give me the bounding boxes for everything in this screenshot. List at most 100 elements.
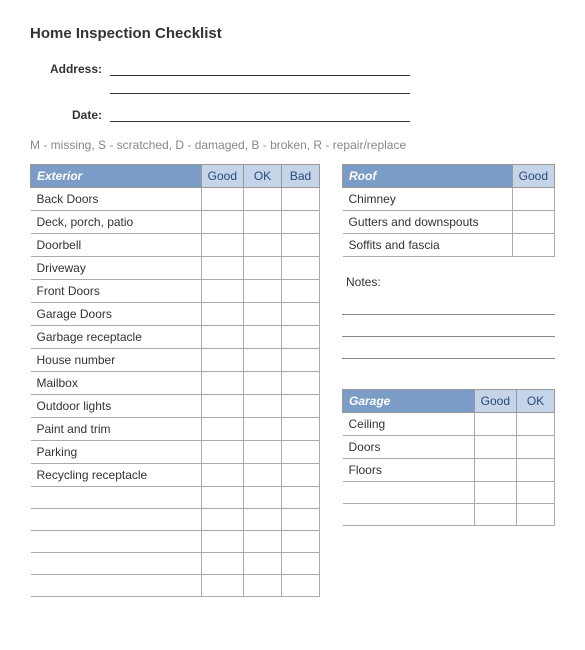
item-label: Ceiling bbox=[343, 413, 475, 436]
check-cell[interactable] bbox=[282, 280, 320, 303]
item-label: Back Doors bbox=[31, 188, 202, 211]
item-label: Doorbell bbox=[31, 234, 202, 257]
check-cell[interactable] bbox=[244, 257, 282, 280]
check-cell[interactable] bbox=[244, 464, 282, 487]
check-cell[interactable] bbox=[282, 487, 320, 509]
check-cell[interactable] bbox=[244, 326, 282, 349]
check-cell[interactable] bbox=[201, 280, 243, 303]
check-cell[interactable] bbox=[282, 372, 320, 395]
garage-table: Garage Good OK CeilingDoorsFloors bbox=[342, 389, 555, 526]
check-cell[interactable] bbox=[244, 441, 282, 464]
check-cell[interactable] bbox=[282, 575, 320, 597]
check-cell[interactable] bbox=[282, 509, 320, 531]
check-cell[interactable] bbox=[244, 418, 282, 441]
check-cell[interactable] bbox=[201, 303, 243, 326]
check-cell[interactable] bbox=[512, 188, 554, 211]
check-cell[interactable] bbox=[517, 459, 555, 482]
check-cell[interactable] bbox=[201, 441, 243, 464]
check-cell[interactable] bbox=[282, 418, 320, 441]
check-cell[interactable] bbox=[512, 211, 554, 234]
page-title: Home Inspection Checklist bbox=[30, 25, 555, 42]
item-label bbox=[343, 504, 475, 526]
check-cell[interactable] bbox=[512, 234, 554, 257]
check-cell[interactable] bbox=[244, 531, 282, 553]
item-label: Parking bbox=[31, 441, 202, 464]
address-label: Address: bbox=[30, 60, 110, 76]
check-cell[interactable] bbox=[201, 257, 243, 280]
check-cell[interactable] bbox=[517, 436, 555, 459]
date-lines[interactable] bbox=[110, 106, 555, 124]
check-cell[interactable] bbox=[244, 349, 282, 372]
check-cell[interactable] bbox=[201, 395, 243, 418]
notes-line[interactable] bbox=[342, 295, 555, 315]
address-field: Address: bbox=[30, 60, 555, 96]
notes-line[interactable] bbox=[342, 339, 555, 359]
check-cell[interactable] bbox=[201, 553, 243, 575]
item-label: Soffits and fascia bbox=[343, 234, 513, 257]
check-cell[interactable] bbox=[244, 487, 282, 509]
check-cell[interactable] bbox=[282, 531, 320, 553]
check-cell[interactable] bbox=[201, 188, 243, 211]
check-cell[interactable] bbox=[282, 303, 320, 326]
check-cell[interactable] bbox=[201, 326, 243, 349]
check-cell[interactable] bbox=[282, 395, 320, 418]
table-row bbox=[31, 487, 320, 509]
check-cell[interactable] bbox=[244, 303, 282, 326]
table-row bbox=[31, 575, 320, 597]
notes-line[interactable] bbox=[342, 317, 555, 337]
item-label: Recycling receptacle bbox=[31, 464, 202, 487]
check-cell[interactable] bbox=[282, 349, 320, 372]
check-cell[interactable] bbox=[244, 575, 282, 597]
check-cell[interactable] bbox=[244, 188, 282, 211]
notes-label: Notes: bbox=[346, 275, 555, 289]
check-cell[interactable] bbox=[282, 326, 320, 349]
item-label bbox=[343, 482, 475, 504]
check-cell[interactable] bbox=[201, 531, 243, 553]
check-cell[interactable] bbox=[201, 487, 243, 509]
check-cell[interactable] bbox=[244, 211, 282, 234]
check-cell[interactable] bbox=[244, 553, 282, 575]
check-cell[interactable] bbox=[282, 441, 320, 464]
check-cell[interactable] bbox=[201, 575, 243, 597]
check-cell[interactable] bbox=[517, 413, 555, 436]
check-cell[interactable] bbox=[474, 482, 516, 504]
check-cell[interactable] bbox=[201, 509, 243, 531]
table-row: Mailbox bbox=[31, 372, 320, 395]
check-cell[interactable] bbox=[282, 257, 320, 280]
col-good: Good bbox=[512, 165, 554, 188]
check-cell[interactable] bbox=[201, 234, 243, 257]
date-label: Date: bbox=[30, 106, 110, 122]
item-label bbox=[31, 575, 202, 597]
check-cell[interactable] bbox=[244, 372, 282, 395]
check-cell[interactable] bbox=[201, 211, 243, 234]
item-label bbox=[31, 487, 202, 509]
table-row: Chimney bbox=[343, 188, 555, 211]
item-label: Mailbox bbox=[31, 372, 202, 395]
check-cell[interactable] bbox=[282, 553, 320, 575]
item-label: Garage Doors bbox=[31, 303, 202, 326]
legend-text: M - missing, S - scratched, D - damaged,… bbox=[30, 138, 555, 152]
check-cell[interactable] bbox=[282, 188, 320, 211]
check-cell[interactable] bbox=[244, 234, 282, 257]
check-cell[interactable] bbox=[282, 234, 320, 257]
check-cell[interactable] bbox=[244, 280, 282, 303]
check-cell[interactable] bbox=[282, 211, 320, 234]
table-row: Soffits and fascia bbox=[343, 234, 555, 257]
check-cell[interactable] bbox=[201, 372, 243, 395]
check-cell[interactable] bbox=[474, 459, 516, 482]
check-cell[interactable] bbox=[282, 464, 320, 487]
check-cell[interactable] bbox=[201, 418, 243, 441]
check-cell[interactable] bbox=[201, 464, 243, 487]
check-cell[interactable] bbox=[244, 509, 282, 531]
check-cell[interactable] bbox=[244, 395, 282, 418]
address-lines[interactable] bbox=[110, 60, 555, 96]
check-cell[interactable] bbox=[517, 504, 555, 526]
check-cell[interactable] bbox=[474, 436, 516, 459]
check-cell[interactable] bbox=[201, 349, 243, 372]
check-cell[interactable] bbox=[474, 504, 516, 526]
check-cell[interactable] bbox=[517, 482, 555, 504]
table-row: Recycling receptacle bbox=[31, 464, 320, 487]
table-row: Ceiling bbox=[343, 413, 555, 436]
check-cell[interactable] bbox=[474, 413, 516, 436]
item-label: Garbage receptacle bbox=[31, 326, 202, 349]
